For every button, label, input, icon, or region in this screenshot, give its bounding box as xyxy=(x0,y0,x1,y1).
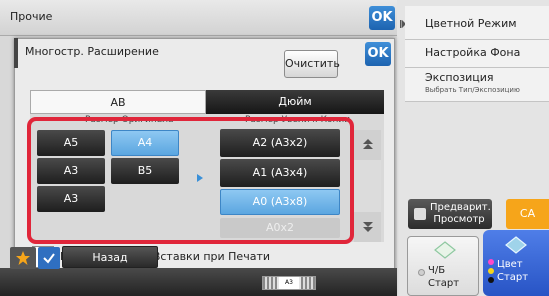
scroll-track[interactable] xyxy=(354,160,381,212)
star-icon xyxy=(16,251,30,265)
double-arrow-down-icon xyxy=(363,222,373,232)
background-title-bar xyxy=(0,0,397,36)
color-mode-button[interactable]: Цветной Режим xyxy=(405,6,549,40)
paper-indicator: A3 xyxy=(262,276,316,290)
bottom-bar xyxy=(0,268,397,296)
clear-button[interactable]: Очистить xyxy=(284,50,340,78)
bw-indicator-icon xyxy=(418,269,425,276)
color-start-button[interactable]: Цвет Старт xyxy=(483,230,549,296)
dialog-edge-marker xyxy=(14,38,18,68)
magenta-dot-icon xyxy=(488,259,494,265)
favorite-button[interactable] xyxy=(10,247,36,269)
double-arrow-up-icon xyxy=(363,139,373,149)
checkmark-icon xyxy=(43,253,55,264)
preview-label: Предварит. Просмотр xyxy=(430,202,491,225)
exposure-button[interactable]: Экспозиция Выбрать Тип/Экспозицию xyxy=(405,68,549,102)
paper-tray-icon xyxy=(301,277,315,289)
yellow-dot-icon xyxy=(488,268,494,274)
scroll-up-button[interactable] xyxy=(354,130,381,160)
exposure-sub-label: Выбрать Тип/Экспозицию xyxy=(425,86,520,94)
background-adjust-label: Настройка Фона xyxy=(425,46,521,59)
background-ok-button[interactable]: OK xyxy=(369,6,395,30)
background-adjust-button[interactable]: Настройка Фона xyxy=(405,40,549,68)
paper-tray-icon xyxy=(263,277,277,289)
color-start-label-1: Цвет xyxy=(497,259,523,270)
tab-ab[interactable]: AB xyxy=(30,90,206,114)
right-menu-empty-space xyxy=(405,102,549,196)
bw-start-label-1: Ч/Б xyxy=(428,265,446,276)
preview-icon xyxy=(414,208,426,220)
confirm-button[interactable] xyxy=(38,247,60,269)
bw-start-button[interactable]: Ч/Б Старт xyxy=(407,236,479,296)
dialog-title: Многостр. Расширение xyxy=(25,45,159,58)
paper-size-label: A3 xyxy=(279,277,299,289)
background-title: Прочие xyxy=(10,10,53,23)
start-diamond-icon xyxy=(434,241,456,259)
black-dot-icon xyxy=(488,277,494,283)
scroll-down-button[interactable] xyxy=(354,212,381,242)
tab-inch[interactable]: Дюйм xyxy=(206,90,384,114)
back-button[interactable]: Назад xyxy=(62,246,158,268)
bw-start-label-2: Старт xyxy=(428,278,460,289)
dialog-ok-button[interactable]: OK xyxy=(365,42,391,66)
ca-button[interactable]: CA xyxy=(506,199,549,229)
color-mode-label: Цветной Режим xyxy=(425,17,517,30)
preview-button[interactable]: Предварит. Просмотр xyxy=(408,199,492,229)
highlight-frame xyxy=(27,117,354,244)
exposure-label: Экспозиция xyxy=(425,71,494,84)
start-diamond-icon xyxy=(505,236,527,254)
color-start-label-2: Старт xyxy=(497,272,529,283)
